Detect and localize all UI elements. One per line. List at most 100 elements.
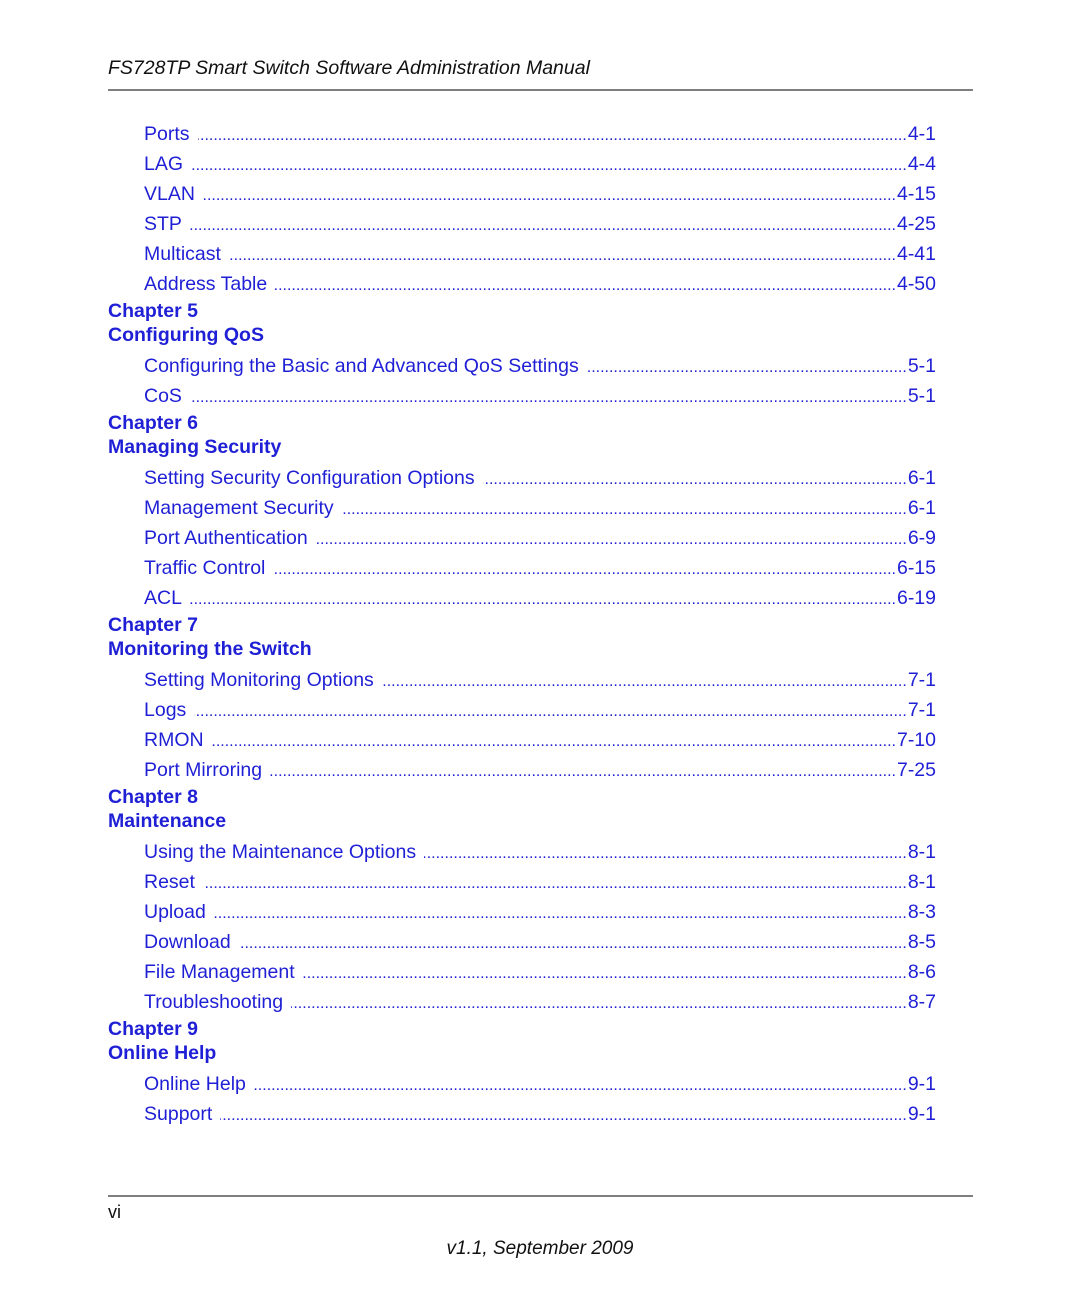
toc-entry-page[interactable]: 4-50: [895, 269, 936, 299]
toc-entry-page[interactable]: 6-9: [906, 523, 936, 553]
toc-entry-label[interactable]: Management Security: [144, 493, 342, 523]
dot-leader: [191, 151, 907, 181]
toc-entry-page[interactable]: 4-41: [895, 239, 936, 269]
chapter-heading[interactable]: Chapter 7 Monitoring the Switch: [108, 613, 936, 661]
toc-entry-label[interactable]: Traffic Control: [144, 553, 274, 583]
toc-entry[interactable]: Download 8-5: [144, 927, 936, 957]
toc-entry-label[interactable]: STP: [144, 209, 190, 239]
toc-entry[interactable]: Support 9-1: [144, 1099, 936, 1129]
toc-entry-page[interactable]: 8-3: [906, 897, 936, 927]
toc-entry-label[interactable]: Download: [144, 927, 239, 957]
toc-entry-page[interactable]: 5-1: [906, 381, 936, 411]
toc-entry-label[interactable]: Support: [144, 1099, 221, 1129]
toc-entry-label[interactable]: Port Authentication: [144, 523, 316, 553]
toc-entry-page[interactable]: 6-19: [895, 583, 936, 613]
toc-entry-label[interactable]: Port Mirroring: [144, 755, 271, 785]
toc-entry[interactable]: Ports 4-1: [144, 119, 936, 149]
chapter-title[interactable]: Managing Security: [108, 435, 936, 459]
chapter-title[interactable]: Online Help: [108, 1041, 936, 1065]
toc-entry-label[interactable]: Logs: [144, 695, 195, 725]
chapter-heading[interactable]: Chapter 5 Configuring QoS: [108, 299, 936, 347]
toc-entry[interactable]: File Management 8-6: [144, 957, 936, 987]
toc-entry-page[interactable]: 6-1: [906, 463, 936, 493]
toc-entry[interactable]: CoS 5-1: [144, 381, 936, 411]
dot-leader: [239, 929, 907, 959]
toc-entry[interactable]: ACL 6-19: [144, 583, 936, 613]
toc-entry[interactable]: Multicast 4-41: [144, 239, 936, 269]
toc-entry[interactable]: VLAN 4-15: [144, 179, 936, 209]
toc-entry-page[interactable]: 6-15: [895, 553, 936, 583]
toc-entry[interactable]: Setting Security Configuration Options 6-…: [144, 463, 936, 493]
toc-entry-label[interactable]: RMON: [144, 725, 212, 755]
chapter-number[interactable]: Chapter 8: [108, 785, 936, 809]
chapter-title[interactable]: Configuring QoS: [108, 323, 936, 347]
toc-entry-page[interactable]: 4-15: [895, 179, 936, 209]
toc-entry[interactable]: Using the Maintenance Options 8-1: [144, 837, 936, 867]
toc-entry-page[interactable]: 5-1: [906, 351, 936, 381]
chapter-heading[interactable]: Chapter 6 Managing Security: [108, 411, 936, 459]
chapter-heading[interactable]: Chapter 9 Online Help: [108, 1017, 936, 1065]
toc-entry-label[interactable]: LAG: [144, 149, 192, 179]
toc-entry-page[interactable]: 4-1: [906, 119, 936, 149]
toc-entry-page[interactable]: 9-1: [906, 1099, 936, 1129]
toc-entry-page[interactable]: 7-10: [895, 725, 936, 755]
toc-entry[interactable]: Upload 8-3: [144, 897, 936, 927]
toc-entry-page[interactable]: 7-25: [895, 755, 936, 785]
toc-entry-label[interactable]: Troubleshooting: [144, 987, 292, 1017]
chapter-title[interactable]: Monitoring the Switch: [108, 637, 936, 661]
chapter-title[interactable]: Maintenance: [108, 809, 936, 833]
toc-entry-page[interactable]: 8-6: [906, 957, 936, 987]
toc-entry-page[interactable]: 6-1: [906, 493, 936, 523]
toc-entry-page[interactable]: 7-1: [906, 695, 936, 725]
toc-entry[interactable]: Reset 8-1: [144, 867, 936, 897]
toc-entry-label[interactable]: Multicast: [144, 239, 229, 269]
chapter-number[interactable]: Chapter 7: [108, 613, 936, 637]
dot-leader: [303, 959, 907, 989]
dot-leader: [194, 697, 907, 727]
toc-entry-label[interactable]: Address Table: [144, 269, 276, 299]
toc-entry-label[interactable]: Setting Monitoring Options: [144, 665, 382, 695]
toc-entry[interactable]: STP 4-25: [144, 209, 936, 239]
toc-entry-label[interactable]: File Management: [144, 957, 303, 987]
toc-entry-label[interactable]: Reset: [144, 867, 203, 897]
toc-entry-page[interactable]: 4-4: [906, 149, 936, 179]
toc-entry-label[interactable]: Setting Security Configuration Options: [144, 463, 483, 493]
dot-leader: [212, 727, 896, 757]
toc-entry[interactable]: Management Security 6-1: [144, 493, 936, 523]
toc-entry[interactable]: Port Mirroring 7-25: [144, 755, 936, 785]
toc-entry-label[interactable]: Ports: [144, 119, 198, 149]
toc-entry-label[interactable]: Configuring the Basic and Advanced QoS S…: [144, 351, 587, 381]
dot-leader: [190, 585, 896, 615]
toc-entry-label[interactable]: Upload: [144, 897, 214, 927]
toc-entry[interactable]: LAG 4-4: [144, 149, 936, 179]
toc-entry[interactable]: Address Table 4-50: [144, 269, 936, 299]
dot-leader: [587, 353, 907, 383]
toc-entry-page[interactable]: 7-1: [906, 665, 936, 695]
dot-leader: [190, 383, 907, 413]
toc-entry-label[interactable]: Online Help: [144, 1069, 254, 1099]
toc-entry[interactable]: Logs 7-1: [144, 695, 936, 725]
chapter-section: Chapter 9Online HelpOnline Help9-1Suppor…: [108, 1017, 936, 1129]
toc-entry[interactable]: Port Authentication 6-9: [144, 523, 936, 553]
chapter-number[interactable]: Chapter 5: [108, 299, 936, 323]
toc-entry[interactable]: Traffic Control 6-15: [144, 553, 936, 583]
toc-entry-page[interactable]: 8-5: [906, 927, 936, 957]
toc-entry-page[interactable]: 8-7: [906, 987, 936, 1017]
toc-entry[interactable]: Configuring the Basic and Advanced QoS S…: [144, 351, 936, 381]
chapter-heading[interactable]: Chapter 8 Maintenance: [108, 785, 936, 833]
toc-entry-page[interactable]: 8-1: [906, 867, 936, 897]
dot-leader: [198, 121, 907, 151]
toc-entry[interactable]: RMON 7-10: [144, 725, 936, 755]
toc-entry-label[interactable]: ACL: [144, 583, 190, 613]
chapter-number[interactable]: Chapter 6: [108, 411, 936, 435]
toc-entry[interactable]: Troubleshooting 8-7: [144, 987, 936, 1017]
toc-entry-page[interactable]: 8-1: [906, 837, 936, 867]
toc-entry-page[interactable]: 4-25: [895, 209, 936, 239]
toc-entry[interactable]: Setting Monitoring Options 7-1: [144, 665, 936, 695]
chapter-number[interactable]: Chapter 9: [108, 1017, 936, 1041]
toc-entry-page[interactable]: 9-1: [906, 1069, 936, 1099]
toc-entry-label[interactable]: CoS: [144, 381, 190, 411]
toc-entry-label[interactable]: VLAN: [144, 179, 203, 209]
toc-entry[interactable]: Online Help 9-1: [144, 1069, 936, 1099]
toc-entry-label[interactable]: Using the Maintenance Options: [144, 837, 425, 867]
